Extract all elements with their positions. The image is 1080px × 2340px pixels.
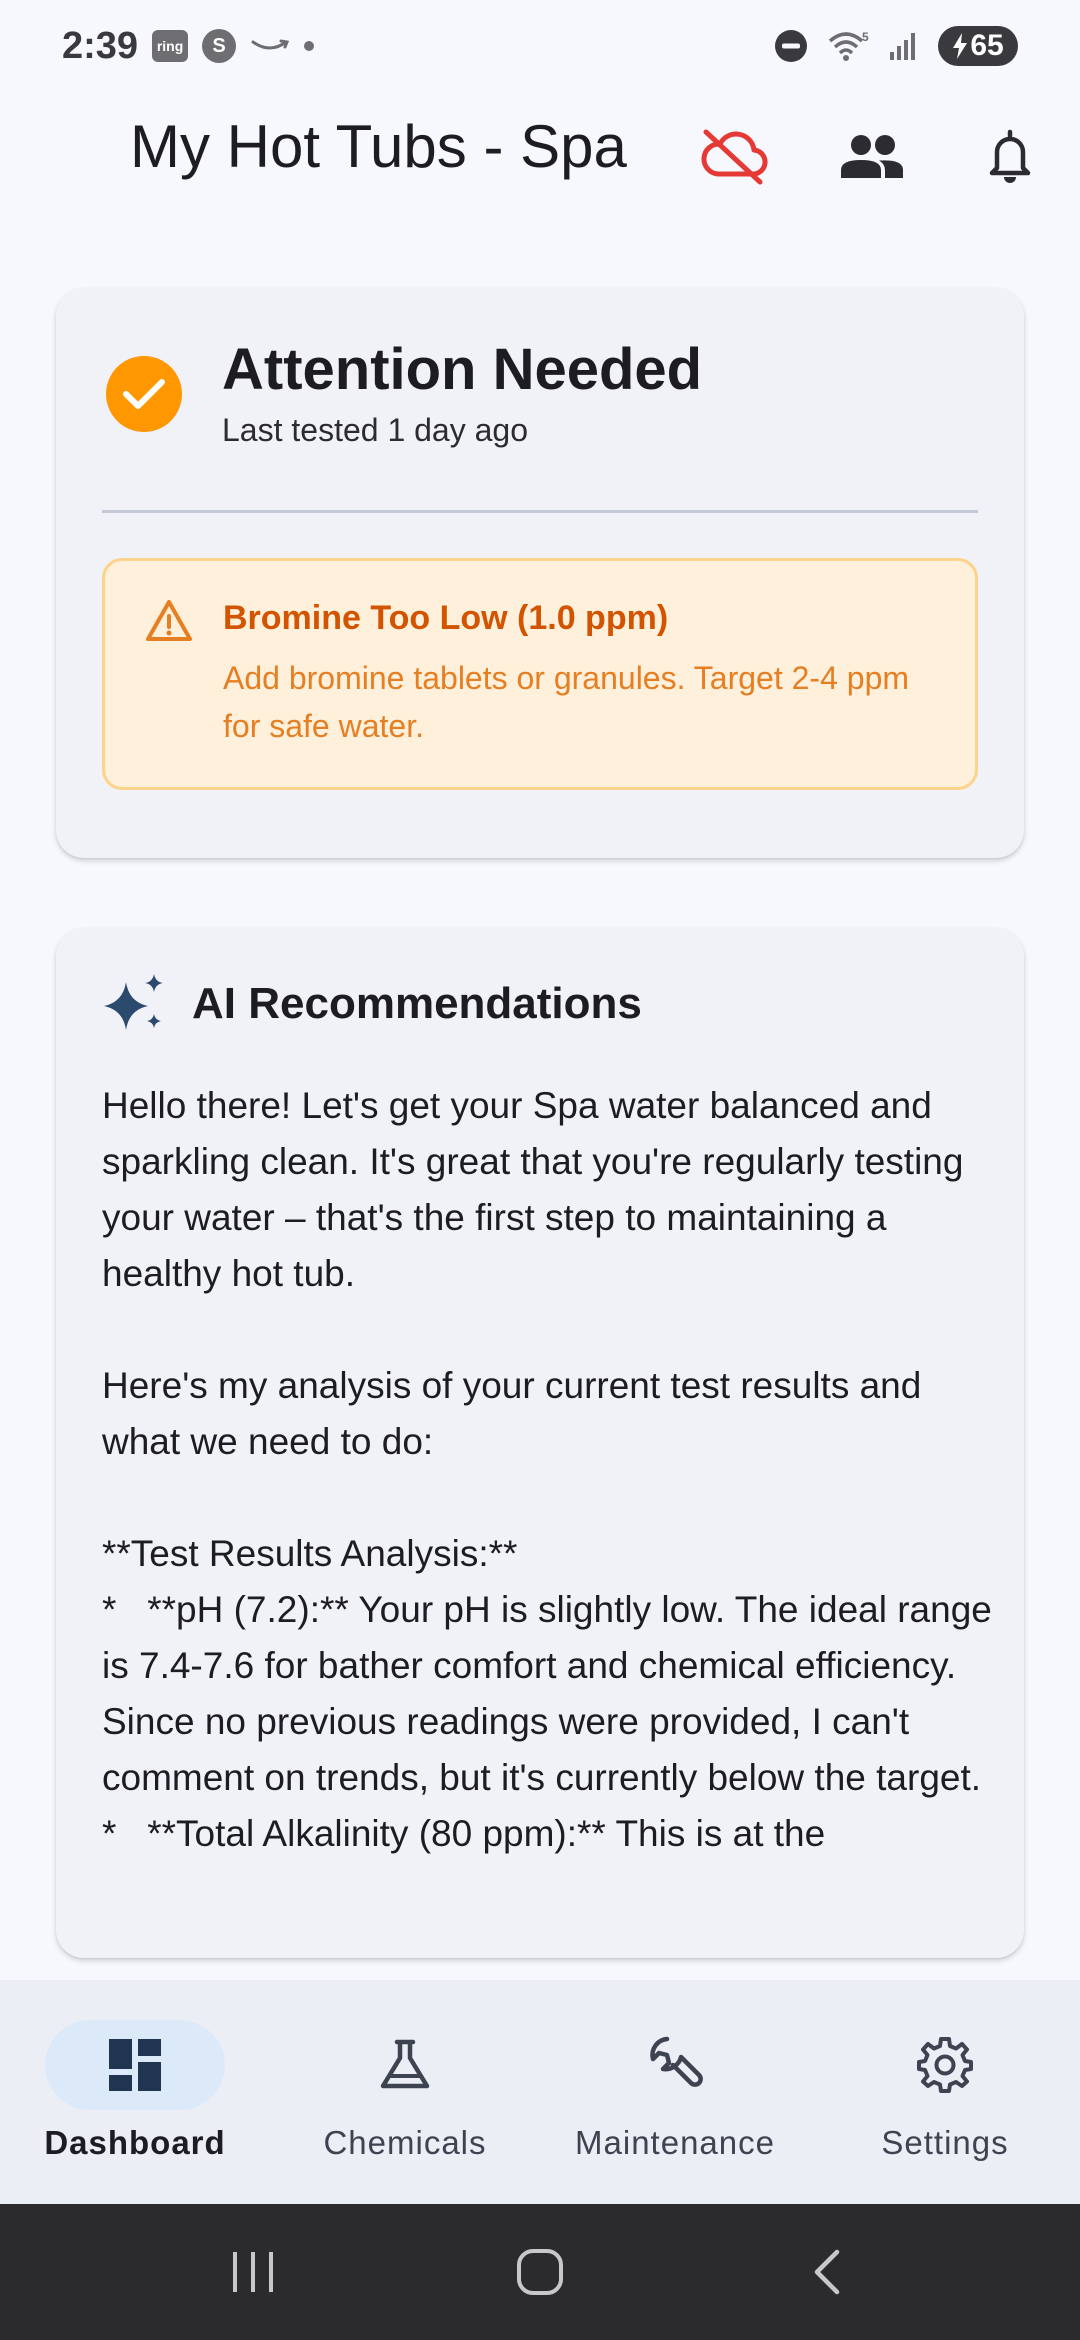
home-button[interactable] <box>495 2232 585 2312</box>
bromine-alert: Bromine Too Low (1.0 ppm) Add bromine ta… <box>102 558 978 790</box>
wrench-icon <box>650 2036 703 2087</box>
ai-recommendations-card[interactable]: AI Recommendations Hello there! Let's ge… <box>56 928 1024 1958</box>
home-icon <box>516 2249 563 2295</box>
charging-bolt-icon <box>953 33 968 59</box>
recents-icon <box>233 2252 274 2292</box>
more-notifications-dot <box>304 41 315 51</box>
back-button[interactable] <box>782 2232 872 2312</box>
nav-label: Maintenance <box>575 2124 775 2161</box>
check-circle-icon <box>106 356 182 432</box>
dashboard-icon <box>109 2039 161 2091</box>
ring-app-icon: ring <box>152 30 189 62</box>
nav-maintenance[interactable]: Maintenance <box>540 1980 810 2204</box>
app-bar: My Hot Tubs - Spa <box>0 92 1080 212</box>
s-app-icon: S <box>202 29 237 63</box>
water-status-card[interactable]: Attention Needed Last tested 1 day ago B… <box>56 288 1024 858</box>
gear-icon <box>917 2037 973 2093</box>
signal-icon <box>888 30 920 62</box>
nav-settings-indicator <box>855 2020 1035 2110</box>
ai-title: AI Recommendations <box>192 979 642 1028</box>
people-icon <box>841 135 903 178</box>
status-title: Attention Needed <box>222 337 703 402</box>
nav-chemicals[interactable]: Chemicals <box>270 1980 540 2204</box>
nav-label: Settings <box>881 2124 1009 2161</box>
nav-label: Chemicals <box>323 2124 487 2161</box>
app-actions <box>692 114 1052 198</box>
nav-chemicals-indicator <box>315 2020 495 2110</box>
sync-status-button[interactable] <box>692 114 776 198</box>
status-text-block: Attention Needed Last tested 1 day ago <box>222 338 702 449</box>
flask-icon <box>380 2039 430 2089</box>
nav-maintenance-indicator <box>585 2020 765 2110</box>
recent-apps-button[interactable] <box>208 2232 298 2312</box>
nav-dashboard[interactable]: Dashboard <box>0 1980 270 2204</box>
last-tested-label: Last tested 1 day ago <box>222 411 528 448</box>
divider <box>102 510 978 513</box>
share-users-button[interactable] <box>830 114 914 198</box>
ai-header: AI Recommendations <box>102 972 642 1036</box>
svg-text:5: 5 <box>862 30 869 44</box>
amazon-smile-icon <box>250 36 290 56</box>
battery-level: 65 <box>970 29 1004 62</box>
nav-settings[interactable]: Settings <box>810 1980 1080 2204</box>
bell-icon <box>989 129 1031 183</box>
page-title: My Hot Tubs - Spa <box>130 113 627 180</box>
back-chevron-icon <box>814 2249 839 2295</box>
status-right: 5 65 <box>774 26 1018 66</box>
battery-indicator: 65 <box>938 26 1018 66</box>
bottom-navigation: Dashboard Chemicals Maintenance Settings <box>0 1980 1080 2204</box>
warning-icon <box>146 600 192 641</box>
ai-recommendation-text: Hello there! Let's get your Spa water ba… <box>102 1085 992 1854</box>
cloud-off-icon <box>701 129 768 185</box>
wifi-icon: 5 <box>826 29 870 63</box>
dnd-icon <box>774 29 808 63</box>
alert-title: Bromine Too Low (1.0 ppm) <box>223 599 669 637</box>
sparkles-icon <box>104 974 163 1030</box>
status-left: 2:39 ring S <box>62 24 315 68</box>
nav-dashboard-indicator <box>45 2020 225 2110</box>
system-navigation-bar <box>0 2204 1080 2340</box>
notifications-button[interactable] <box>968 114 1052 198</box>
status-time: 2:39 <box>62 24 139 67</box>
status-header: Attention Needed Last tested 1 day ago <box>106 338 702 449</box>
nav-label: Dashboard <box>44 2124 226 2161</box>
alert-body: Add bromine tablets or granules. Target … <box>223 660 910 744</box>
status-bar: 2:39 ring S 5 65 <box>0 0 1080 92</box>
alert-content: Bromine Too Low (1.0 ppm) Add bromine ta… <box>223 599 943 787</box>
